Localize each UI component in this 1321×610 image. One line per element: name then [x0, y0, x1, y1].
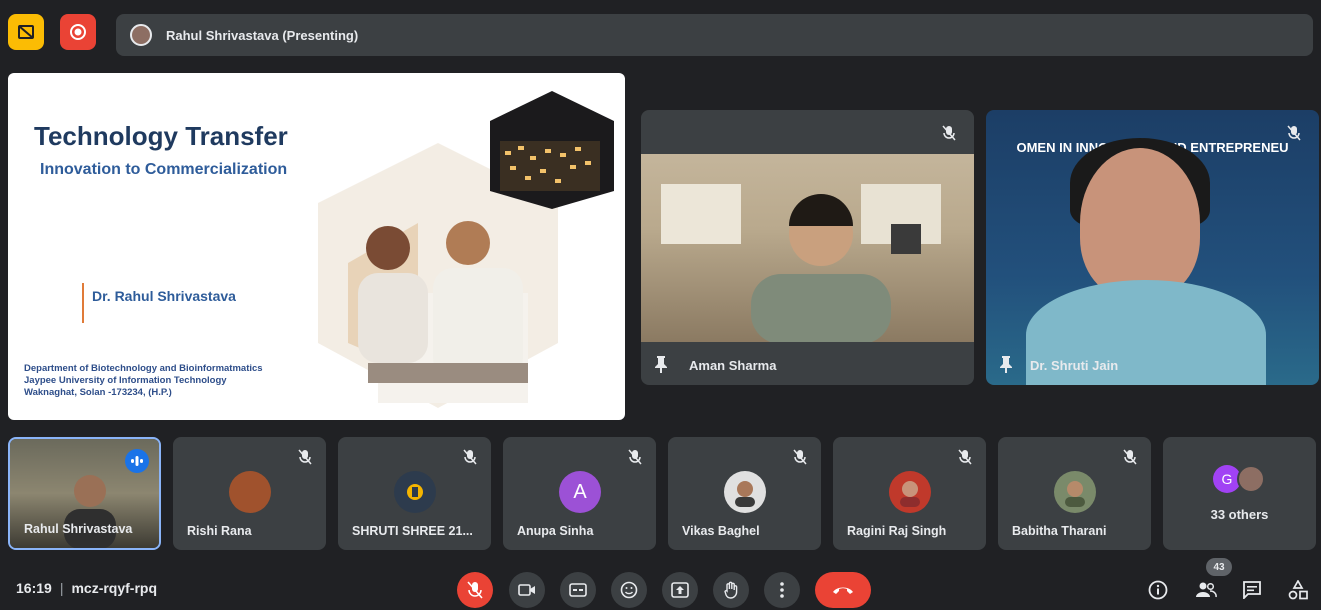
slide-city-image [490, 91, 614, 209]
speaking-indicator-icon [125, 449, 149, 473]
slide-presenter-name: Dr. Rahul Shrivastava [92, 288, 236, 304]
people-button[interactable] [1192, 576, 1220, 604]
participant-name: Anupa Sinha [517, 524, 594, 538]
mic-off-icon [463, 449, 477, 470]
participant-name: Rahul Shrivastava [24, 522, 133, 536]
participant-tile-featured[interactable]: Aman Sharma [641, 110, 974, 385]
participant-name: Ragini Raj Singh [847, 524, 947, 538]
presenter-avatar [130, 24, 152, 46]
slide-accent-bar [82, 283, 84, 323]
participant-face [1080, 148, 1200, 298]
participant-tile-featured[interactable]: OMEN IN INNOVATION AND ENTREPRENEU D T (… [986, 110, 1319, 385]
no-recording-icon[interactable] [8, 14, 44, 50]
presenting-banner: Rahul Shrivastava (Presenting) [116, 14, 1313, 56]
mic-off-icon [1123, 449, 1137, 470]
slide-title: Technology Transfer [34, 121, 288, 151]
people-icon [1196, 582, 1217, 598]
leave-call-button[interactable] [815, 572, 871, 608]
people-count-badge: 43 [1206, 558, 1232, 576]
mic-off-icon [467, 581, 483, 599]
pin-icon[interactable] [653, 355, 669, 373]
others-tile[interactable]: G 33 others [1163, 437, 1316, 550]
top-bar: Rahul Shrivastava (Presenting) [8, 14, 1313, 58]
reactions-button[interactable] [611, 572, 647, 608]
clock: 16:19 [16, 580, 52, 596]
hand-icon [724, 581, 738, 599]
meeting-details-button[interactable] [1144, 576, 1172, 604]
presenting-label: Rahul Shrivastava (Presenting) [166, 27, 359, 43]
participant-name: Vikas Baghel [682, 524, 760, 538]
participant-name: Rishi Rana [187, 524, 252, 538]
participant-name: SHRUTI SHREE 21... [352, 524, 473, 538]
more-vert-icon [780, 582, 784, 598]
participant-tile[interactable]: Rishi Rana [173, 437, 326, 550]
avatar [229, 471, 271, 513]
meeting-details: 16:19 | mcz-rqyf-rpq [16, 580, 157, 596]
record-icon[interactable] [60, 14, 96, 50]
participant-name: Babitha Tharani [1012, 524, 1107, 538]
participant-tile[interactable]: SHRUTI SHREE 21... [338, 437, 491, 550]
participant-tile-self[interactable]: Rahul Shrivastava [8, 437, 161, 550]
participant-video [641, 154, 974, 344]
participant-tile[interactable]: Vikas Baghel [668, 437, 821, 550]
hang-up-icon [833, 587, 853, 594]
mic-off-icon [938, 122, 960, 144]
present-button[interactable] [662, 572, 698, 608]
activities-icon [1288, 580, 1308, 600]
control-bar: 16:19 | mcz-rqyf-rpq 43 [0, 558, 1321, 610]
mic-off-icon [958, 449, 972, 470]
mic-off-icon [298, 449, 312, 470]
avatar [394, 471, 436, 513]
activities-button[interactable] [1284, 576, 1312, 604]
dept-line: Waknaghat, Solan -173234, (H.P.) [24, 387, 172, 398]
avatar: A [559, 471, 601, 513]
mic-off-icon [1283, 122, 1305, 144]
slide-department: Department of Biotechnology and Bioinfor… [24, 363, 263, 399]
captions-button[interactable] [560, 572, 596, 608]
participant-name: Dr. Shruti Jain [1030, 358, 1119, 373]
captions-icon [569, 583, 587, 597]
info-icon [1148, 580, 1168, 600]
dept-line: Jaypee University of Information Technol… [24, 375, 227, 386]
participant-face [64, 475, 116, 548]
avatar [724, 471, 766, 513]
camera-icon [518, 584, 535, 596]
more-options-button[interactable] [764, 572, 800, 608]
present-screen-icon [671, 582, 689, 598]
pin-icon[interactable] [998, 355, 1014, 373]
mic-off-icon [628, 449, 642, 470]
meeting-code: mcz-rqyf-rpq [71, 580, 158, 596]
avatar [889, 471, 931, 513]
participant-name: Aman Sharma [689, 358, 777, 373]
presentation-slide: Technology Transfer Innovation to Commer… [8, 73, 625, 420]
avatar [1237, 465, 1265, 493]
mic-toggle-button[interactable] [457, 572, 493, 608]
chat-button[interactable] [1238, 576, 1266, 604]
camera-toggle-button[interactable] [509, 572, 545, 608]
mic-off-icon [793, 449, 807, 470]
participant-tile[interactable]: Babitha Tharani [998, 437, 1151, 550]
chat-icon [1243, 581, 1261, 599]
participant-tile[interactable]: Ragini Raj Singh [833, 437, 986, 550]
dept-line: Department of Biotechnology and Bioinfor… [24, 363, 263, 374]
avatar [1054, 471, 1096, 513]
divider: | [59, 580, 64, 596]
raise-hand-button[interactable] [713, 572, 749, 608]
slide-subtitle: Innovation to Commercialization [40, 161, 288, 178]
emoji-icon [620, 581, 638, 599]
others-count: 33 others [1210, 507, 1269, 522]
participant-tile[interactable]: A Anupa Sinha [503, 437, 656, 550]
